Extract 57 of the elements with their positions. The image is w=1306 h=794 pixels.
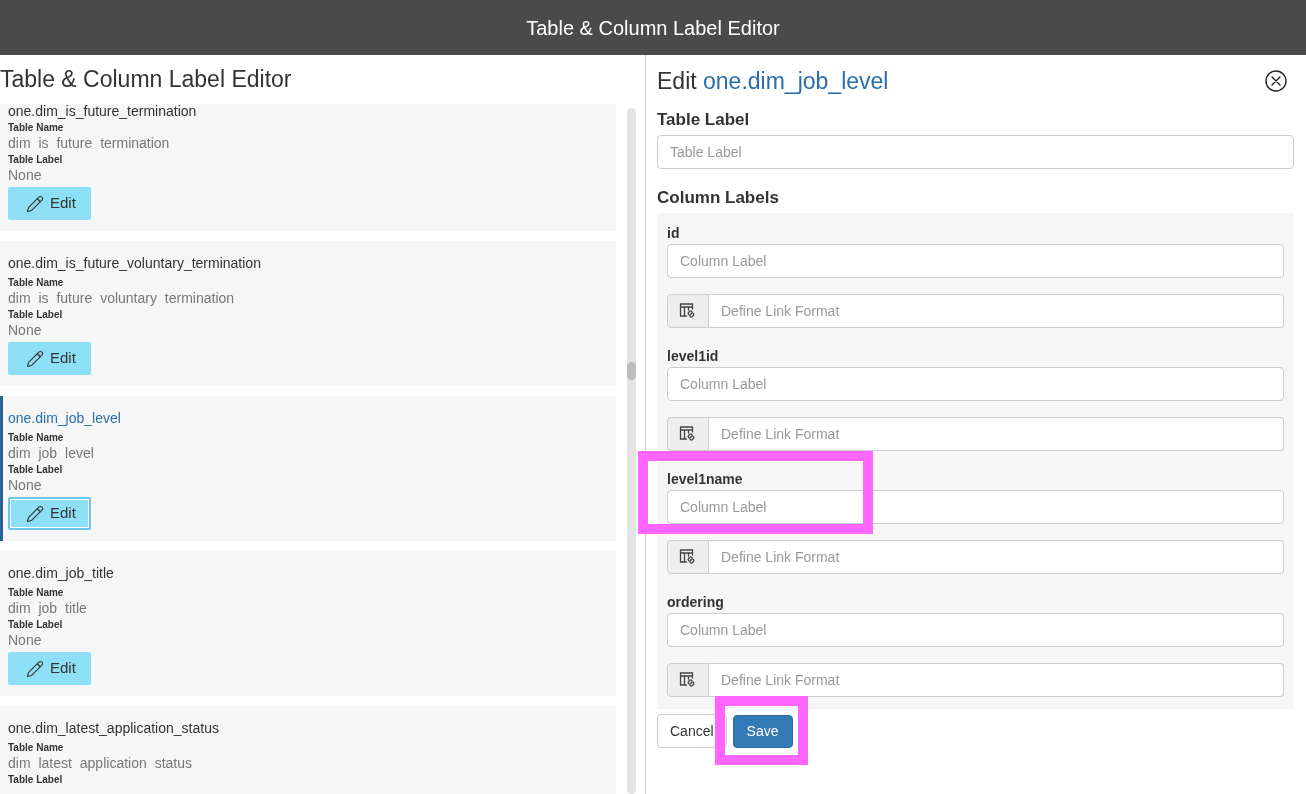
scrollbar-thumb[interactable] bbox=[627, 362, 636, 380]
close-icon[interactable] bbox=[1265, 70, 1287, 92]
column-name: level1id bbox=[667, 347, 719, 366]
edit-button[interactable]: Edit bbox=[8, 342, 91, 375]
link-format-input[interactable]: Define Link Format bbox=[709, 294, 1284, 328]
pencil-icon bbox=[26, 194, 44, 213]
table-label-value: None bbox=[8, 632, 42, 648]
edit-button[interactable]: Edit bbox=[8, 652, 91, 685]
column-name: id bbox=[667, 224, 680, 243]
field-label: Table Name bbox=[8, 276, 64, 290]
column-name: ordering bbox=[667, 593, 724, 612]
column-label-input[interactable]: Column Label bbox=[667, 367, 1284, 401]
column-label-input[interactable]: Column Label bbox=[667, 613, 1284, 647]
pencil-icon bbox=[26, 349, 44, 368]
link-format-input[interactable]: Define Link Format bbox=[709, 540, 1284, 574]
field-label: Table Name bbox=[8, 431, 64, 445]
table-label-value: None bbox=[8, 477, 42, 493]
save-button[interactable]: Save bbox=[732, 714, 793, 748]
table-name-value: dim is future termination bbox=[8, 135, 170, 151]
field-label: Table Name bbox=[8, 121, 64, 135]
field-label: Table Label bbox=[8, 308, 63, 322]
table-label-input[interactable]: Table Label bbox=[657, 135, 1294, 169]
pencil-icon bbox=[26, 504, 44, 523]
table-label-value: None bbox=[8, 322, 42, 338]
table-name-value: dim latest application status bbox=[8, 755, 192, 771]
link-format-input[interactable]: Define Link Format bbox=[709, 663, 1284, 697]
edit-heading: Edit one.dim_job_level bbox=[657, 66, 889, 96]
table-link-icon bbox=[667, 663, 709, 697]
column-label-input[interactable]: Column Label bbox=[667, 244, 1284, 278]
link-format-input[interactable]: Define Link Format bbox=[709, 417, 1284, 451]
table-name-value: dim job title bbox=[8, 600, 87, 616]
field-label: Table Label bbox=[8, 773, 63, 787]
table-link-icon bbox=[667, 294, 709, 328]
section-heading: Column Labels bbox=[657, 187, 779, 209]
column-label-input[interactable]: Column Label bbox=[667, 490, 1284, 524]
table-title: one.dim_is_future_voluntary_termination bbox=[8, 254, 261, 273]
field-label: Table Label bbox=[8, 153, 63, 167]
section-heading: Table Label bbox=[657, 109, 750, 131]
table-link-icon bbox=[667, 540, 709, 574]
page-title: Table & Column Label Editor bbox=[0, 65, 292, 95]
table-title: one.dim_latest_application_status bbox=[8, 719, 219, 738]
table-name-value: dim job level bbox=[8, 445, 94, 461]
table-label-value: None bbox=[8, 167, 42, 183]
column-name: level1name bbox=[667, 470, 743, 489]
field-label: Table Name bbox=[8, 586, 64, 600]
pencil-icon bbox=[26, 659, 44, 678]
window-title: Table & Column Label Editor bbox=[526, 15, 780, 41]
edit-button[interactable]: Edit bbox=[8, 187, 91, 220]
table-title: one.dim_job_level bbox=[8, 409, 121, 428]
table-title: one.dim_job_title bbox=[8, 564, 114, 583]
table-link-icon bbox=[667, 417, 709, 451]
field-label: Table Label bbox=[8, 618, 63, 632]
table-title: one.dim_is_future_termination bbox=[8, 104, 197, 118]
field-label: Table Name bbox=[8, 741, 64, 755]
table-name-value: dim is future voluntary termination bbox=[8, 290, 235, 306]
edit-button[interactable]: Edit bbox=[8, 497, 91, 530]
field-label: Table Label bbox=[8, 463, 63, 477]
